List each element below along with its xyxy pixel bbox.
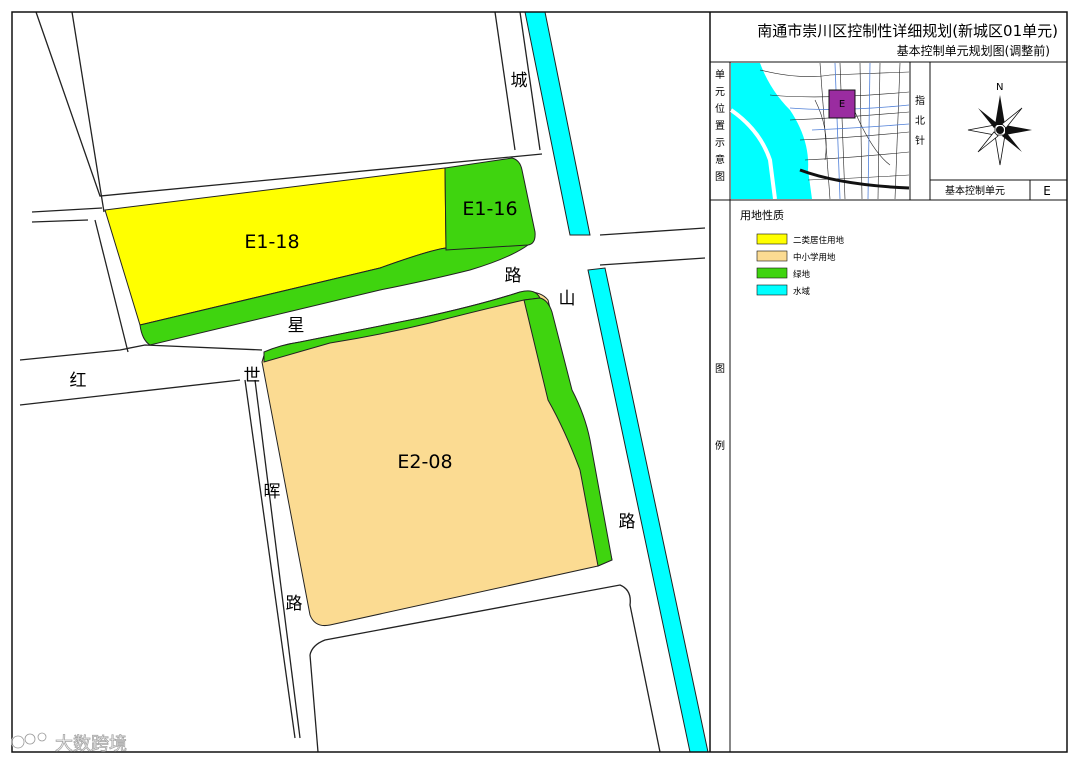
north-arrow-icon: N [967,82,1032,166]
svg-text:位: 位 [715,102,725,115]
svg-text:置: 置 [715,120,725,132]
location-inset: 单 元 位 置 示 意 图 E 指 北 针 N 基本控制单元 E [710,62,1067,201]
road-label-chengshan-3: 路 [619,512,636,532]
legend-swatch-residential [756,233,788,245]
plan-subtitle: 基本控制单元规划图(调整前) [897,43,1050,58]
legend-item: 绿地 [756,267,811,280]
legend-title: 用地性质 [740,208,784,222]
legend-swatch-green [756,267,788,279]
road-label-shihui-3: 路 [286,594,303,614]
plan-title: 南通市崇川区控制性详细规划(新城区01单元) [757,22,1058,40]
legend-swatch-water [756,284,788,296]
road-label-shihui-2: 晖 [264,482,281,502]
legend-item: 水域 [756,284,811,297]
legend-label-school: 中小学用地 [793,252,836,263]
title-block: 南通市崇川区控制性详细规划(新城区01单元) 基本控制单元规划图(调整前) [710,22,1067,63]
svg-text:单: 单 [715,69,725,81]
legend-swatch-school [756,250,788,262]
map-area: E1-18 E1-16 E2-08 红 星 路 城 山 路 世 晖 路 [19,11,709,753]
svg-text:意: 意 [715,153,725,166]
planning-map-sheet: E1-18 E1-16 E2-08 红 星 路 城 山 路 世 晖 路 南通市崇… [11,11,1068,755]
svg-text:针: 针 [915,134,925,147]
parcel-label-e1-16: E1-16 [462,198,517,220]
svg-text:元: 元 [715,87,725,98]
location-label: 单 元 位 置 示 意 图 [715,69,725,183]
canal-south [587,267,709,753]
road-label-hongxing-2: 星 [288,316,305,336]
road-label-shihui-1: 世 [244,366,261,386]
legend-label-water: 水域 [793,286,811,297]
legend: 图 例 用地性质 二类居住用地 中小学用地 绿地 水域 [715,200,845,752]
svg-text:图: 图 [715,171,725,183]
road-label-chengshan-2: 山 [559,289,576,309]
canal-north [524,11,591,236]
unit-row-value: E [1043,184,1051,198]
north-label: N [996,82,1003,93]
legend-label-residential: 二类居住用地 [793,235,845,246]
legend-side-label-1: 图 [715,363,725,375]
legend-label-green: 绿地 [793,269,811,280]
svg-text:北: 北 [915,115,925,127]
parcel-label-e2-08: E2-08 [397,451,452,473]
legend-item: 中小学用地 [756,250,836,263]
road-label-hongxing-3: 路 [505,266,522,286]
unit-marker: E [839,99,845,110]
watermark-text: 大数跨境 [55,734,127,755]
parcel-label-e1-18: E1-18 [244,231,299,253]
unit-row-label: 基本控制单元 [945,184,1005,197]
legend-item: 二类居住用地 [756,233,845,246]
svg-text:示: 示 [715,138,725,149]
legend-side-label-2: 例 [715,439,725,452]
road-label-hongxing-1: 红 [70,371,87,391]
svg-text:指: 指 [915,94,925,107]
road-label-chengshan-1: 城 [511,71,528,91]
location-minimap: E [729,62,910,200]
compass-label: 指 北 针 [915,94,925,147]
